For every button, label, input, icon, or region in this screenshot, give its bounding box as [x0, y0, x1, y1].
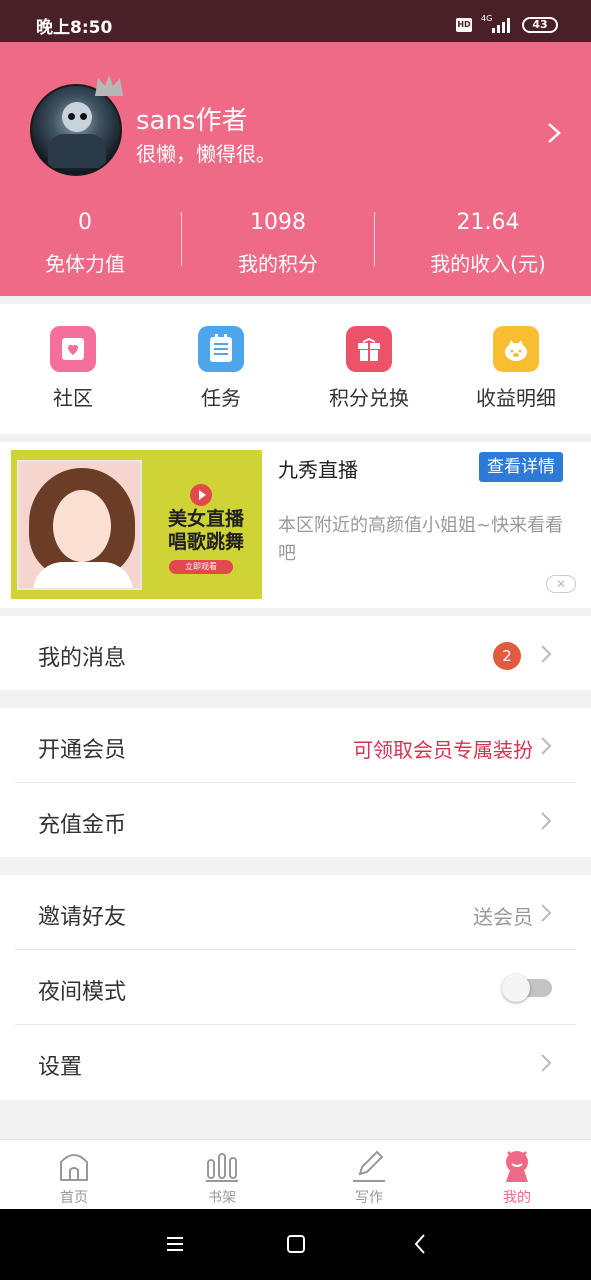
- user-bio: 很懒，懒得很。: [136, 142, 276, 166]
- menu-label: 夜间模式: [38, 980, 127, 1005]
- shortcut-points-exchange[interactable]: 积分兑换: [299, 326, 439, 411]
- gift-icon: [346, 326, 392, 372]
- tab-mine[interactable]: 我的: [443, 1140, 591, 1210]
- stat-points[interactable]: 1098 我的积分: [183, 210, 373, 277]
- task-icon: [198, 326, 244, 372]
- ad-image-headline: 美女直播 唱歌跳舞: [151, 508, 261, 554]
- system-nav-bar: [0, 1209, 591, 1280]
- pen-icon: [353, 1150, 385, 1182]
- chevron-right-icon: [541, 645, 552, 663]
- tab-bookshelf[interactable]: 书架: [148, 1140, 296, 1210]
- stat-value: 0: [78, 210, 92, 235]
- ad-description: 本区附近的高颜值小姐姐~快来看看吧: [278, 515, 564, 564]
- status-bar: 晚上8:50 HD 4G 43: [0, 0, 591, 42]
- shortcut-label: 收益明细: [476, 386, 556, 410]
- stat-value: 1098: [250, 210, 306, 235]
- shortcut-label: 社区: [53, 386, 93, 410]
- menu-row-recharge[interactable]: 充值金币: [0, 783, 591, 857]
- chevron-right-icon: [541, 737, 552, 755]
- stat-label: 我的积分: [238, 252, 318, 276]
- stat-label: 免体力值: [45, 252, 125, 276]
- crown-icon: [95, 75, 123, 96]
- profile-header[interactable]: sans作者 很懒，懒得很。 0 免体力值 1098 我的积分 21.64 我的…: [0, 42, 591, 296]
- home-button-icon[interactable]: [281, 1231, 311, 1257]
- menu-group-other: 邀请好友 送会员 夜间模式 设置: [0, 875, 591, 1100]
- menu-row-invite[interactable]: 邀请好友 送会员: [0, 875, 591, 949]
- stat-divider: [181, 212, 182, 266]
- menu-label: 我的消息: [38, 646, 127, 671]
- shortcut-label: 积分兑换: [329, 386, 409, 410]
- tab-label: 写作: [355, 1190, 383, 1206]
- menu-icon[interactable]: [160, 1231, 190, 1257]
- network-type: 4G: [481, 14, 493, 23]
- ad-image[interactable]: 美女直播 唱歌跳舞 立即观看: [11, 450, 262, 599]
- stat-value: 21.64: [456, 210, 520, 235]
- shortcut-earnings[interactable]: 收益明细: [446, 326, 586, 411]
- menu-label: 设置: [38, 1055, 83, 1080]
- menu-label: 开通会员: [38, 738, 127, 763]
- stat-income[interactable]: 21.64 我的收入(元): [393, 210, 583, 277]
- shortcut-label: 任务: [201, 386, 241, 410]
- ad-headline-line: 唱歌跳舞: [167, 531, 244, 553]
- unread-badge: 2: [493, 642, 521, 670]
- play-icon: [190, 484, 212, 506]
- menu-row-settings[interactable]: 设置: [0, 1025, 591, 1099]
- profile-icon: [506, 1150, 528, 1182]
- battery-icon: 43: [522, 17, 558, 33]
- chevron-right-icon: [541, 904, 552, 922]
- home-icon: [60, 1154, 88, 1181]
- chevron-right-icon: [541, 812, 552, 830]
- user-name: sans作者: [136, 106, 248, 136]
- chevron-right-icon: [541, 1054, 552, 1072]
- shortcut-task[interactable]: 任务: [151, 326, 291, 411]
- close-icon[interactable]: ✕: [546, 575, 576, 593]
- ad-detail-button[interactable]: 查看详情: [479, 452, 563, 482]
- stat-label: 我的收入(元): [430, 252, 546, 276]
- menu-label: 充值金币: [38, 813, 127, 838]
- menu-group-account: 开通会员 可领取会员专属装扮 充值金币: [0, 708, 591, 857]
- piggy-icon: [493, 326, 539, 372]
- bottom-tab-bar: 首页 书架 写作 我的: [0, 1139, 591, 1209]
- menu-label: 邀请好友: [38, 905, 127, 930]
- ad-photo: [17, 460, 142, 590]
- shortcut-grid: 社区 任务 积分兑换 收益明细: [0, 304, 591, 434]
- stat-stamina[interactable]: 0 免体力值: [0, 210, 180, 277]
- hd-icon: HD: [456, 18, 472, 32]
- tab-label: 书架: [208, 1190, 236, 1206]
- community-icon: [50, 326, 96, 372]
- menu-group-messages: 我的消息 2: [0, 616, 591, 690]
- menu-row-messages[interactable]: 我的消息 2: [0, 616, 591, 690]
- shortcut-community[interactable]: 社区: [3, 326, 143, 411]
- back-icon[interactable]: [405, 1231, 435, 1257]
- tab-label: 首页: [60, 1190, 88, 1206]
- signal-icon: [492, 17, 512, 33]
- bookshelf-icon: [206, 1153, 238, 1182]
- menu-row-night-mode: 夜间模式: [0, 950, 591, 1024]
- menu-row-vip[interactable]: 开通会员 可领取会员专属装扮: [0, 708, 591, 782]
- vip-hint: 可领取会员专属装扮: [353, 738, 533, 762]
- tab-label: 我的: [503, 1190, 531, 1206]
- ad-watch-button[interactable]: 立即观看: [169, 560, 233, 574]
- status-time: 晚上8:50: [36, 18, 113, 38]
- ad-title: 九秀直播: [278, 458, 358, 482]
- chevron-right-icon[interactable]: [544, 122, 564, 144]
- tab-home[interactable]: 首页: [0, 1140, 148, 1210]
- night-mode-toggle[interactable]: [502, 974, 552, 1002]
- ad-headline-line: 美女直播: [167, 508, 244, 530]
- tab-write[interactable]: 写作: [295, 1140, 443, 1210]
- invite-hint: 送会员: [473, 905, 533, 929]
- stat-divider: [374, 212, 375, 266]
